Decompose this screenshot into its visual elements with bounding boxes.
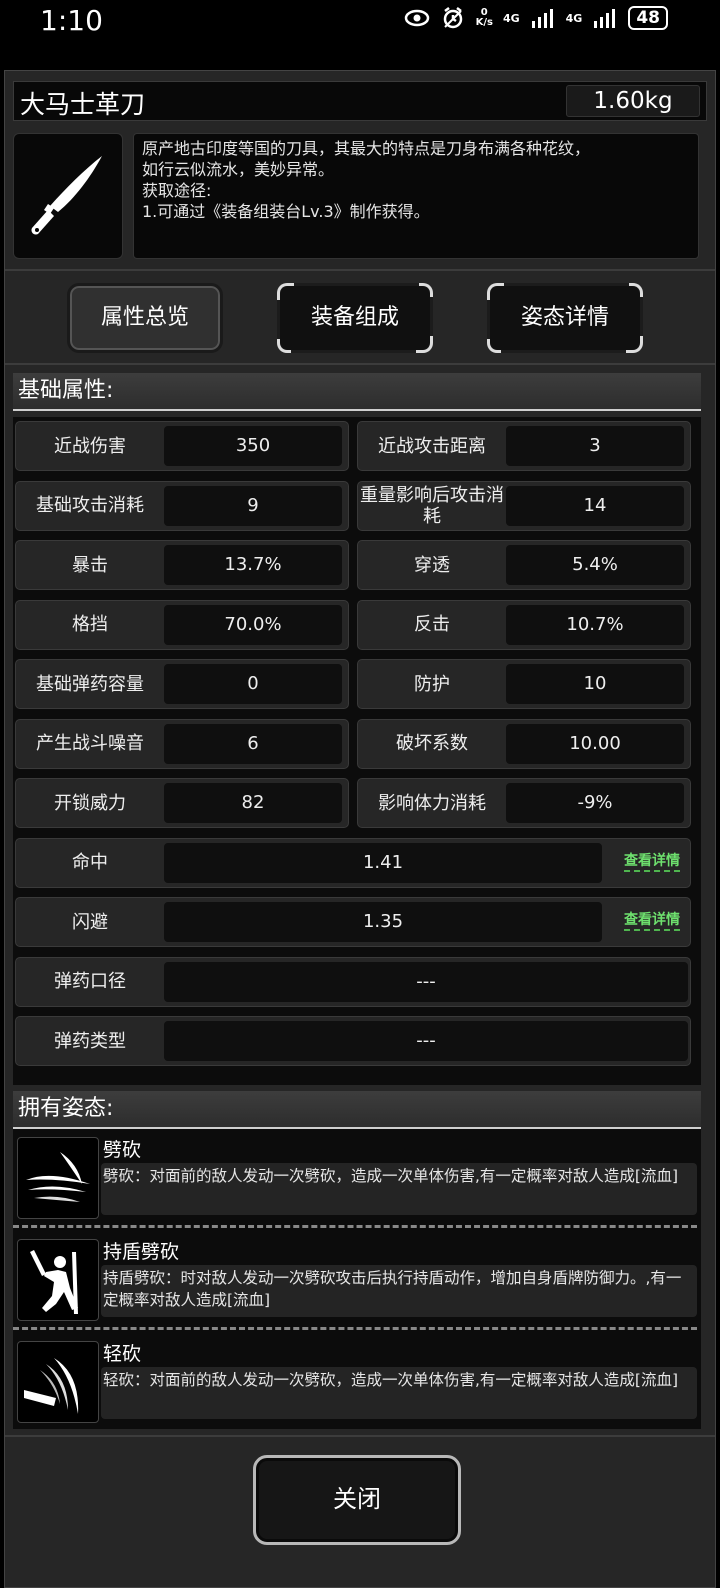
net-speed: 0 K/s <box>475 7 493 28</box>
shield-chop-icon <box>30 1250 78 1314</box>
stance-name: 轻砍 <box>103 1343 142 1365</box>
stance-name: 持盾劈砍 <box>103 1241 180 1263</box>
close-button[interactable]: 关闭 <box>253 1455 461 1545</box>
attribute-label: 弹药口径 <box>54 971 126 992</box>
attribute-cell: 基础弹药容量 0 <box>15 659 349 709</box>
attribute-cell-wide: 弹药口径 --- <box>15 956 691 1007</box>
attribute-cell: 开锁威力 82 <box>15 778 349 828</box>
attribute-value: 82 <box>164 783 342 823</box>
eye-icon <box>404 9 429 27</box>
attribute-cell: 暴击 13.7% <box>15 540 349 590</box>
attribute-label: 命中 <box>72 852 108 873</box>
attribute-value: 10.00 <box>506 723 684 764</box>
attribute-value: 1.35 <box>164 902 602 942</box>
attribute-value: 70.0% <box>164 604 342 645</box>
attribute-value: 5.4% <box>506 545 684 585</box>
basic-attributes-grid: 近战伤害 350 近战攻击距离 3 基础攻击消耗 9 重量影响后攻击消耗 14 暴击 13.7% 穿… <box>13 417 701 1085</box>
signal-1-label: 4G <box>502 11 520 25</box>
attribute-label: 近战攻击距离 <box>378 435 486 457</box>
signal-bars-icon <box>594 9 616 28</box>
attribute-value: -9% <box>506 783 684 823</box>
tab-attribute-overview[interactable]: 属性总览 <box>67 283 223 353</box>
signal-2-label: 4G <box>565 11 583 25</box>
attribute-label: 基础攻击消耗 <box>36 495 144 516</box>
attribute-label: 防护 <box>414 673 450 695</box>
attribute-cell: 重量影响后攻击消耗 14 <box>357 480 691 531</box>
alarm-icon <box>443 7 462 29</box>
item-detail-panel: 大马士革刀 1.60kg 原产地古印度等国的刀具，其最大的特点是刀身布满各种花纹… <box>4 70 716 1588</box>
attribute-value: 10.7% <box>506 604 684 645</box>
item-header: 大马士革刀 1.60kg <box>13 81 707 121</box>
attribute-label: 近战伤害 <box>54 435 126 457</box>
attribute-label: 穿透 <box>414 554 450 576</box>
attribute-label: 格挡 <box>72 614 108 635</box>
attribute-cell: 影响体力消耗 -9% <box>357 778 691 828</box>
attribute-cell-wide: 闪避 1.35 查看详情 <box>15 897 691 947</box>
stance-item[interactable]: 劈砍 劈砍：对面前的敌人发动一次劈砍，造成一次单体伤害,有一定概率对敌人造成[流… <box>13 1135 701 1221</box>
stance-name: 劈砍 <box>103 1139 142 1161</box>
attribute-cell-wide: 弹药类型 --- <box>15 1016 691 1066</box>
status-bar: 1:10 0 K/s 4G 4G 48 <box>0 0 720 40</box>
tab-equipment-composition[interactable]: 装备组成 <box>277 283 433 353</box>
attribute-value: 350 <box>164 426 342 466</box>
attribute-label: 影响体力消耗 <box>378 792 486 814</box>
stance-item[interactable]: 轻砍 轻砍：对面前的敌人发动一次劈砍，造成一次单体伤害,有一定概率对敌人造成[流… <box>13 1339 701 1425</box>
view-details-link[interactable]: 查看详情 <box>624 912 680 931</box>
tab-stance-details[interactable]: 姿态详情 <box>487 283 643 353</box>
attribute-value: 0 <box>164 664 342 704</box>
attribute-cell-wide: 命中 1.41 查看详情 <box>15 837 691 888</box>
stance-description: 劈砍：对面前的敌人发动一次劈砍，造成一次单体伤害,有一定概率对敌人造成[流血] <box>101 1163 697 1215</box>
attribute-cell: 近战攻击距离 3 <box>357 421 691 471</box>
attribute-cell: 破坏系数 10.00 <box>357 718 691 769</box>
attribute-label: 弹药类型 <box>54 1030 126 1052</box>
attribute-value: 13.7% <box>164 545 342 585</box>
attribute-value: 10 <box>506 664 684 704</box>
attribute-label: 开锁威力 <box>54 792 126 814</box>
attribute-label: 基础弹药容量 <box>36 673 144 695</box>
item-description: 原产地古印度等国的刀具，其最大的特点是刀身布满各种花纹， 如行云似流水，美妙异常… <box>133 133 699 259</box>
attribute-label: 反击 <box>414 614 450 635</box>
item-weight: 1.60kg <box>566 85 700 117</box>
item-icon-frame <box>13 133 123 259</box>
attribute-value: 14 <box>506 485 684 526</box>
attribute-label: 暴击 <box>72 554 108 576</box>
attribute-cell: 防护 10 <box>357 659 691 709</box>
attribute-cell: 基础攻击消耗 9 <box>15 480 349 531</box>
attribute-cell: 反击 10.7% <box>357 599 691 650</box>
stance-description: 轻砍：对面前的敌人发动一次劈砍，造成一次单体伤害,有一定概率对敌人造成[流血] <box>101 1367 697 1419</box>
light-chop-icon <box>24 1358 79 1414</box>
battery-level: 48 <box>628 6 668 30</box>
attribute-label: 闪避 <box>72 911 108 933</box>
stances-title: 拥有姿态: <box>13 1091 701 1129</box>
stance-item[interactable]: 持盾劈砍 持盾劈砍：时对敌人发动一次劈砍攻击后执行持盾动作，增加自身盾牌防御力。… <box>13 1237 701 1323</box>
attribute-label: 破坏系数 <box>396 733 468 754</box>
view-details-link[interactable]: 查看详情 <box>624 853 680 872</box>
attribute-value: 6 <box>164 723 342 764</box>
attribute-value: --- <box>164 961 688 1002</box>
item-name: 大马士革刀 <box>20 90 146 119</box>
attribute-label: 产生战斗噪音 <box>36 733 144 754</box>
knife-icon <box>31 156 102 235</box>
attribute-value: 3 <box>506 426 684 466</box>
attribute-cell: 格挡 70.0% <box>15 599 349 650</box>
screen: 1:10 0 K/s 4G 4G 48 大马士革刀 1.60kg 原产地古印度等… <box>0 0 720 1588</box>
basic-attributes-title: 基础属性: <box>13 373 701 411</box>
status-time: 1:10 <box>40 4 103 37</box>
chop-slash-icon <box>26 1152 90 1202</box>
attribute-value: --- <box>164 1021 688 1061</box>
attribute-cell: 产生战斗噪音 6 <box>15 718 349 769</box>
attribute-cell: 穿透 5.4% <box>357 540 691 590</box>
stances-list: 劈砍 劈砍：对面前的敌人发动一次劈砍，造成一次单体伤害,有一定概率对敌人造成[流… <box>13 1129 701 1429</box>
attribute-value: 9 <box>164 485 342 526</box>
attribute-value: 1.41 <box>164 842 602 883</box>
signal-bars-icon <box>531 9 553 28</box>
attribute-cell: 近战伤害 350 <box>15 421 349 471</box>
attribute-label: 重量影响后攻击消耗 <box>360 484 504 527</box>
stance-description: 持盾劈砍：时对敌人发动一次劈砍攻击后执行持盾动作，增加自身盾牌防御力。,有一定概… <box>101 1265 697 1317</box>
